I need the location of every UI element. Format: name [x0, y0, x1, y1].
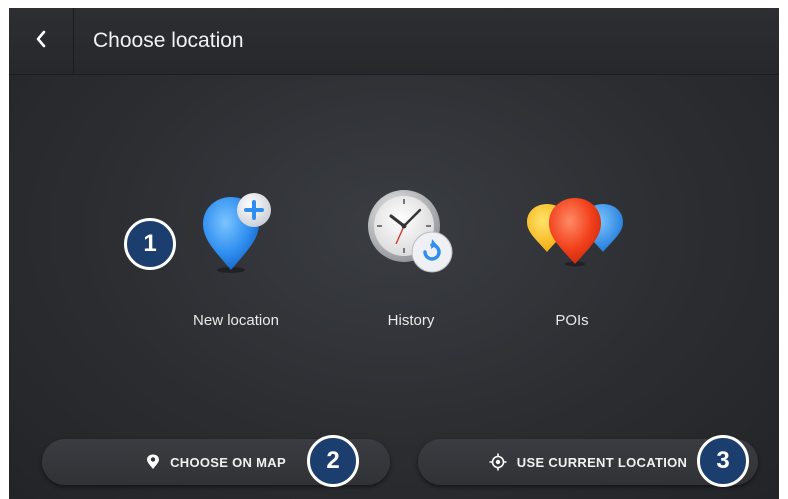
header-bar: Choose location	[9, 8, 779, 75]
use-current-location-label: USE CURRENT LOCATION	[516, 454, 688, 470]
pois-label: POIs	[555, 312, 589, 329]
history-label: History	[387, 312, 435, 329]
new-location-option[interactable]: New location	[161, 178, 311, 338]
history-clock-icon	[336, 178, 486, 288]
crosshair-location-icon	[489, 453, 507, 471]
new-location-label: New location	[193, 312, 279, 329]
choose-location-screen: Choose location New location History POI…	[9, 8, 779, 499]
page-title: Choose location	[93, 29, 244, 52]
callout-badge-3: 3	[697, 435, 749, 487]
chevron-left-icon	[34, 29, 48, 54]
callout-badge-2: 2	[307, 435, 359, 487]
map-pin-icon	[146, 454, 160, 470]
pois-option[interactable]: POIs	[497, 178, 647, 338]
back-button[interactable]	[9, 8, 74, 74]
callout-badge-1: 1	[124, 218, 176, 270]
poi-pins-icon	[497, 178, 647, 288]
history-option[interactable]: History	[336, 178, 486, 338]
new-location-pin-plus-icon	[161, 178, 311, 288]
choose-on-map-label: CHOOSE ON MAP	[170, 454, 286, 470]
